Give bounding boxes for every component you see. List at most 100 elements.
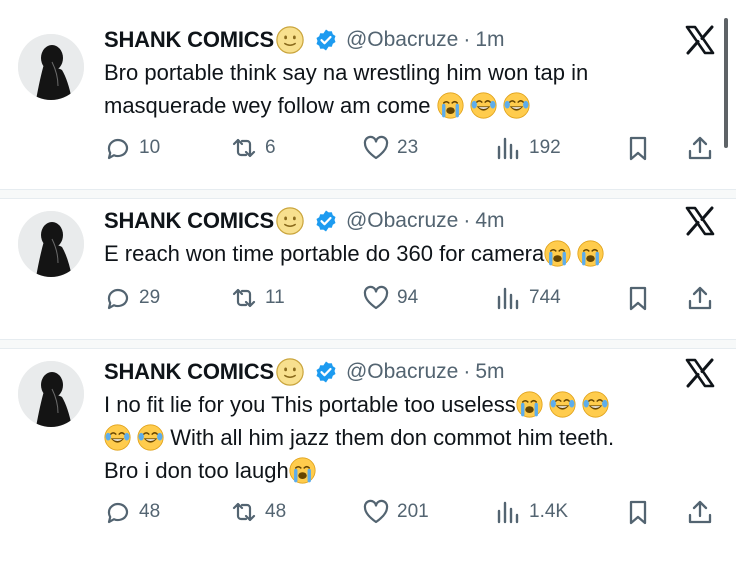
action-bar: 29 11 94 744 bbox=[104, 284, 724, 314]
repost-icon bbox=[230, 498, 258, 526]
views-count: 1.4K bbox=[529, 501, 569, 522]
avatar[interactable] bbox=[18, 211, 84, 277]
avatar[interactable] bbox=[18, 361, 84, 427]
author-name[interactable]: SHANK COMICS bbox=[104, 208, 274, 234]
bookmark-button[interactable] bbox=[624, 498, 652, 526]
reply-icon bbox=[104, 134, 132, 162]
tweet-text-line-with-emoji: With all him jazz them don commot him te… bbox=[104, 421, 714, 454]
tweet-text: Bro portable think say na wrestling him … bbox=[104, 56, 714, 122]
bookmark-icon bbox=[624, 284, 652, 312]
reply-count: 29 bbox=[139, 287, 161, 308]
tweet-text-line-with-emoji: masquerade wey follow am come bbox=[104, 89, 714, 122]
scrollbar[interactable] bbox=[724, 18, 728, 148]
loudly-crying-face-emoji-icon bbox=[437, 92, 464, 119]
tweet-3[interactable]: SHANK COMICS @Obacruze · 5m I no fit lie… bbox=[0, 349, 736, 554]
bookmark-button[interactable] bbox=[624, 284, 652, 312]
reply-button[interactable]: 29 bbox=[104, 284, 160, 312]
repost-button[interactable]: 48 bbox=[230, 498, 286, 526]
author-handle[interactable]: @Obacruze bbox=[346, 360, 458, 384]
separator-dot: · bbox=[463, 209, 471, 232]
x-logo-icon bbox=[684, 24, 716, 56]
repost-button[interactable]: 11 bbox=[230, 284, 285, 312]
views-button[interactable]: 1.4K bbox=[494, 498, 568, 526]
author-handle[interactable]: @Obacruze bbox=[346, 28, 458, 52]
views-count: 744 bbox=[529, 287, 561, 308]
loudly-crying-face-emoji-icon bbox=[544, 240, 571, 267]
share-icon bbox=[686, 134, 714, 162]
post-time[interactable]: 1m bbox=[475, 28, 504, 52]
tears-of-joy-emoji-icon bbox=[137, 424, 164, 451]
share-button[interactable] bbox=[686, 498, 714, 526]
tweet-text-line: E reach won time portable do 360 for cam… bbox=[104, 241, 545, 266]
tweet-divider bbox=[0, 339, 736, 349]
tweet-1[interactable]: SHANK COMICS @Obacruze · 1m Bro portable… bbox=[0, 0, 736, 190]
reply-icon bbox=[104, 498, 132, 526]
loudly-crying-face-emoji-icon bbox=[289, 457, 316, 484]
separator-dot: · bbox=[463, 360, 471, 383]
heart-icon bbox=[362, 284, 390, 312]
tears-of-joy-emoji-icon bbox=[582, 391, 609, 418]
tweet-divider bbox=[0, 189, 736, 199]
action-bar: 10 6 23 192 bbox=[104, 134, 724, 164]
tears-of-joy-emoji-icon bbox=[503, 92, 530, 119]
author-name[interactable]: SHANK COMICS bbox=[104, 359, 274, 385]
repost-count: 11 bbox=[265, 287, 285, 308]
repost-icon bbox=[230, 134, 258, 162]
tweet-header: SHANK COMICS @Obacruze · 5m bbox=[104, 355, 505, 389]
like-button[interactable]: 201 bbox=[362, 498, 429, 526]
tweet-text-line-with-emoji: I no fit lie for you This portable too u… bbox=[104, 388, 714, 421]
verified-badge-icon bbox=[314, 28, 338, 52]
heart-icon bbox=[362, 498, 390, 526]
share-button[interactable] bbox=[686, 134, 714, 162]
share-icon bbox=[686, 498, 714, 526]
tweet-2[interactable]: SHANK COMICS @Obacruze · 4m E reach won … bbox=[0, 199, 736, 339]
tweet-text-line: With all him jazz them don commot him te… bbox=[170, 425, 615, 450]
x-logo-icon bbox=[684, 205, 716, 237]
heart-icon bbox=[362, 134, 390, 162]
tweet-text: E reach won time portable do 360 for cam… bbox=[104, 237, 714, 270]
bookmark-icon bbox=[624, 498, 652, 526]
like-count: 94 bbox=[397, 287, 419, 308]
tweet-text-line: I no fit lie for you This portable too u… bbox=[104, 392, 516, 417]
bookmark-button[interactable] bbox=[624, 134, 652, 162]
views-button[interactable]: 744 bbox=[494, 284, 561, 312]
repost-button[interactable]: 6 bbox=[230, 134, 276, 162]
tweet-text-line-with-emoji: E reach won time portable do 360 for cam… bbox=[104, 237, 714, 270]
author-name[interactable]: SHANK COMICS bbox=[104, 27, 274, 53]
views-icon bbox=[494, 498, 522, 526]
views-count: 192 bbox=[529, 137, 561, 158]
post-time[interactable]: 5m bbox=[475, 360, 504, 384]
verified-badge-icon bbox=[314, 209, 338, 233]
tweet-header: SHANK COMICS @Obacruze · 1m bbox=[104, 23, 505, 57]
verified-badge-icon bbox=[314, 360, 338, 384]
like-button[interactable]: 23 bbox=[362, 134, 418, 162]
tears-of-joy-emoji-icon bbox=[470, 92, 497, 119]
avatar[interactable] bbox=[18, 34, 84, 100]
post-time[interactable]: 4m bbox=[475, 209, 504, 233]
repost-count: 6 bbox=[265, 137, 276, 158]
loudly-crying-face-emoji-icon bbox=[516, 391, 543, 418]
reply-count: 10 bbox=[139, 137, 161, 158]
tears-of-joy-emoji-icon bbox=[549, 391, 576, 418]
separator-dot: · bbox=[463, 28, 471, 51]
views-button[interactable]: 192 bbox=[494, 134, 561, 162]
share-button[interactable] bbox=[686, 284, 714, 312]
repost-icon bbox=[230, 284, 258, 312]
x-logo-icon bbox=[684, 357, 716, 389]
slightly-smiling-face-emoji-icon bbox=[276, 358, 304, 386]
reply-count: 48 bbox=[139, 501, 161, 522]
like-button[interactable]: 94 bbox=[362, 284, 418, 312]
tweet-text-line: Bro i don too laugh bbox=[104, 458, 289, 483]
loudly-crying-face-emoji-icon bbox=[577, 240, 604, 267]
tweet-text: I no fit lie for you This portable too u… bbox=[104, 388, 714, 487]
reply-button[interactable]: 10 bbox=[104, 134, 160, 162]
tweet-text-line-with-emoji: Bro i don too laugh bbox=[104, 454, 714, 487]
reply-button[interactable]: 48 bbox=[104, 498, 160, 526]
reply-icon bbox=[104, 284, 132, 312]
slightly-smiling-face-emoji-icon bbox=[276, 207, 304, 235]
author-handle[interactable]: @Obacruze bbox=[346, 209, 458, 233]
like-count: 201 bbox=[397, 501, 429, 522]
tweet-text-line: Bro portable think say na wrestling him … bbox=[104, 60, 589, 85]
tweet-text-line: masquerade wey follow am come bbox=[104, 93, 431, 118]
slightly-smiling-face-emoji-icon bbox=[276, 26, 304, 54]
